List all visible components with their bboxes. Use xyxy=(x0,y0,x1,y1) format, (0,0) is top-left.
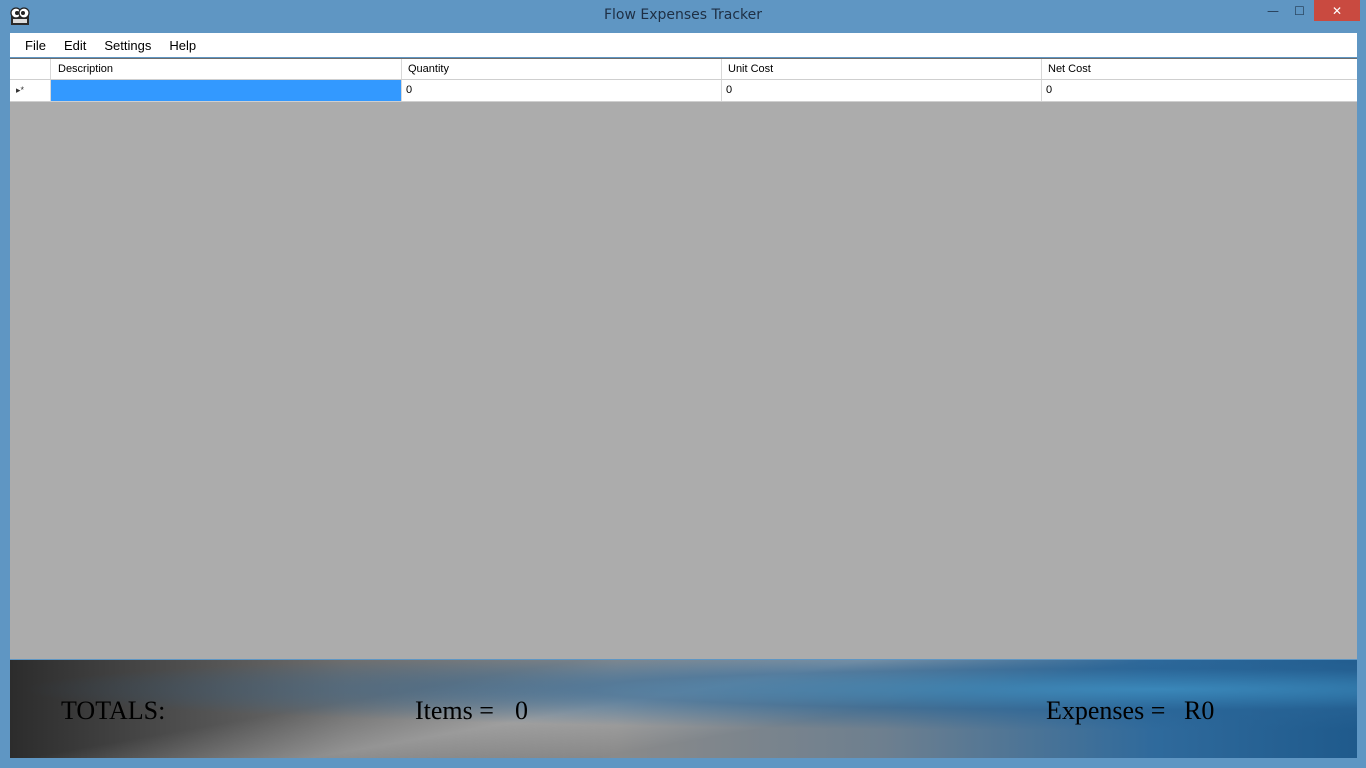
expenses-grid[interactable]: Description Quantity Unit Cost Net Cost … xyxy=(10,58,1357,659)
table-row[interactable]: ▸* 0 0 0 xyxy=(10,80,1357,102)
row-selector-new-row-icon[interactable]: ▸* xyxy=(10,80,51,101)
grid-header: Description Quantity Unit Cost Net Cost xyxy=(10,59,1357,80)
maximize-icon: ☐ xyxy=(1294,4,1305,18)
menu-settings[interactable]: Settings xyxy=(95,38,160,53)
window-title: Flow Expenses Tracker xyxy=(603,7,763,23)
menu-help[interactable]: Help xyxy=(160,38,205,53)
menu-file[interactable]: File xyxy=(16,38,55,53)
close-button[interactable]: ✕ xyxy=(1314,0,1360,21)
items-count: 0 xyxy=(515,696,528,725)
maximize-button[interactable]: ☐ xyxy=(1286,0,1313,22)
minimize-icon: — xyxy=(1267,4,1279,18)
menu-edit[interactable]: Edit xyxy=(55,38,95,53)
close-icon: ✕ xyxy=(1331,3,1343,18)
row-header-corner[interactable] xyxy=(10,59,51,79)
cell-quantity[interactable]: 0 xyxy=(402,80,722,101)
cell-net-cost[interactable]: 0 xyxy=(1042,80,1357,101)
column-header-quantity[interactable]: Quantity xyxy=(402,59,722,79)
column-header-net-cost[interactable]: Net Cost xyxy=(1042,59,1357,79)
cell-description[interactable] xyxy=(51,80,402,101)
column-header-description[interactable]: Description xyxy=(51,59,402,79)
totals-label: TOTALS: xyxy=(61,696,166,725)
column-header-unit-cost[interactable]: Unit Cost xyxy=(722,59,1042,79)
expenses-label: Expenses = xyxy=(1046,696,1166,725)
menu-bar: File Edit Settings Help xyxy=(10,33,1357,57)
totals-panel: TOTALS: Items = 0 Expenses = R0 xyxy=(10,660,1357,758)
app-window: Flow Expenses Tracker — ☐ ✕ File Edit Se… xyxy=(0,0,1366,768)
minimize-button[interactable]: — xyxy=(1259,0,1287,22)
items-label: Items = xyxy=(415,696,494,725)
expenses-total: R0 xyxy=(1184,696,1215,725)
title-bar[interactable]: Flow Expenses Tracker — ☐ ✕ xyxy=(0,0,1366,32)
cell-unit-cost[interactable]: 0 xyxy=(722,80,1042,101)
